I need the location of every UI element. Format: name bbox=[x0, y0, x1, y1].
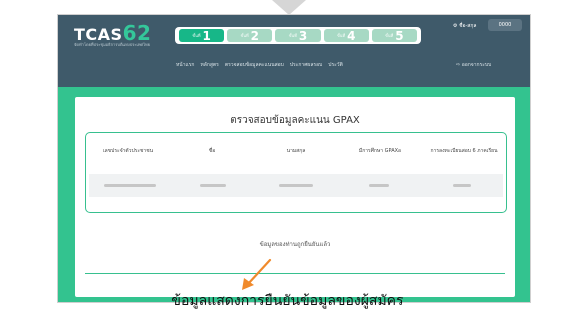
step-number: 1 bbox=[202, 28, 211, 43]
nav-item-history[interactable]: ประวัติ bbox=[328, 61, 343, 69]
table-row bbox=[89, 174, 503, 197]
step-5[interactable]: ขั้นที่ 5 bbox=[371, 28, 418, 43]
step-label: ขั้นที่ bbox=[385, 33, 394, 38]
main-nav: หน้าแรก หลักสูตร ตรวจสอบข้อมูลคะแนนสอบ ป… bbox=[176, 61, 343, 69]
cell-semesters bbox=[420, 184, 503, 187]
card-divider bbox=[85, 273, 505, 274]
nav-item-home[interactable]: หน้าแรก bbox=[176, 61, 194, 69]
blurred-value bbox=[278, 184, 313, 187]
top-header: TCAS62 จัดทำโดยที่ประชุมอธิการบดีแห่งประ… bbox=[58, 15, 530, 87]
cell-firstname bbox=[172, 184, 255, 187]
gpax-table: เลขประจำตัวประชาชน ชื่อ นามสกุล มีการศึก… bbox=[85, 132, 507, 213]
nav-item-scores[interactable]: ตรวจสอบข้อมูลคะแนนสอบ bbox=[225, 61, 284, 69]
nav-item-programs[interactable]: หลักสูตร bbox=[200, 61, 218, 69]
header-lastname: นามสกุล bbox=[286, 147, 306, 154]
step-2[interactable]: ขั้นที่ 2 bbox=[227, 28, 273, 43]
header-gpax: มีการศึกษา GPAXอ bbox=[358, 147, 402, 154]
step-4[interactable]: ขั้นที่ 4 bbox=[323, 28, 369, 43]
blurred-value bbox=[368, 184, 389, 187]
nav-item-results[interactable]: ประกาศผลรอบ bbox=[290, 61, 322, 69]
user-id-badge[interactable]: 0000 bbox=[488, 19, 522, 31]
logout-link[interactable]: ⇨ ออกจากระบบ bbox=[456, 61, 491, 69]
step-indicator: ขั้นที่ 1 ขั้นที่ 2 ขั้นที่ 3 ขั้นที่ 4 ขั้น… bbox=[175, 27, 421, 44]
header-id: เลขประจำตัวประชาชน bbox=[102, 147, 154, 154]
step-label: ขั้นที่ bbox=[288, 33, 297, 38]
top-chevron bbox=[272, 0, 306, 15]
screenshot-frame: TCAS62 จัดทำโดยที่ประชุมอธิการบดีแห่งประ… bbox=[57, 14, 531, 303]
blurred-value bbox=[452, 184, 471, 187]
step-1[interactable]: ขั้นที่ 1 bbox=[179, 28, 225, 43]
confirmation-message: ข้อมูลของท่านถูกยืนยันแล้ว bbox=[259, 241, 331, 248]
step-number: 5 bbox=[395, 28, 404, 43]
card-title: ตรวจสอบข้อมูลคะแนน GPAX bbox=[230, 115, 360, 126]
user-name[interactable]: ⚙ ชื่อ-สกุล bbox=[453, 22, 476, 30]
cell-lastname bbox=[255, 184, 338, 187]
step-3[interactable]: ขั้นที่ 3 bbox=[275, 28, 321, 43]
step-label: ขั้นที่ bbox=[336, 33, 346, 38]
table-header: เลขประจำตัวประชาชน ชื่อ นามสกุล มีการศึก… bbox=[86, 133, 506, 169]
blurred-value bbox=[104, 184, 157, 187]
step-number: 4 bbox=[347, 28, 356, 43]
logo-subtitle: จัดทำโดยที่ประชุมอธิการบดีแห่งประเทศไทย bbox=[74, 42, 151, 47]
header-firstname: ชื่อ bbox=[208, 147, 216, 154]
cell-gpax bbox=[337, 184, 420, 187]
step-label: ขั้นที่ bbox=[240, 33, 249, 38]
step-label: ขั้นที่ bbox=[192, 33, 201, 38]
gpax-card: ตรวจสอบข้อมูลคะแนน GPAX เลขประจำตัวประชา… bbox=[75, 97, 515, 297]
cell-id bbox=[89, 184, 172, 187]
step-number: 3 bbox=[298, 28, 308, 43]
blurred-value bbox=[200, 184, 227, 187]
caption: ข้อมูลแสดงการยืนยันข้อมูลของผู้สมัคร bbox=[171, 293, 404, 309]
header-semesters: การลงทะเบียนสอบ 6 ภาคเรียน bbox=[430, 147, 498, 154]
annotation-arrow bbox=[242, 258, 272, 290]
step-number: 2 bbox=[250, 28, 260, 43]
